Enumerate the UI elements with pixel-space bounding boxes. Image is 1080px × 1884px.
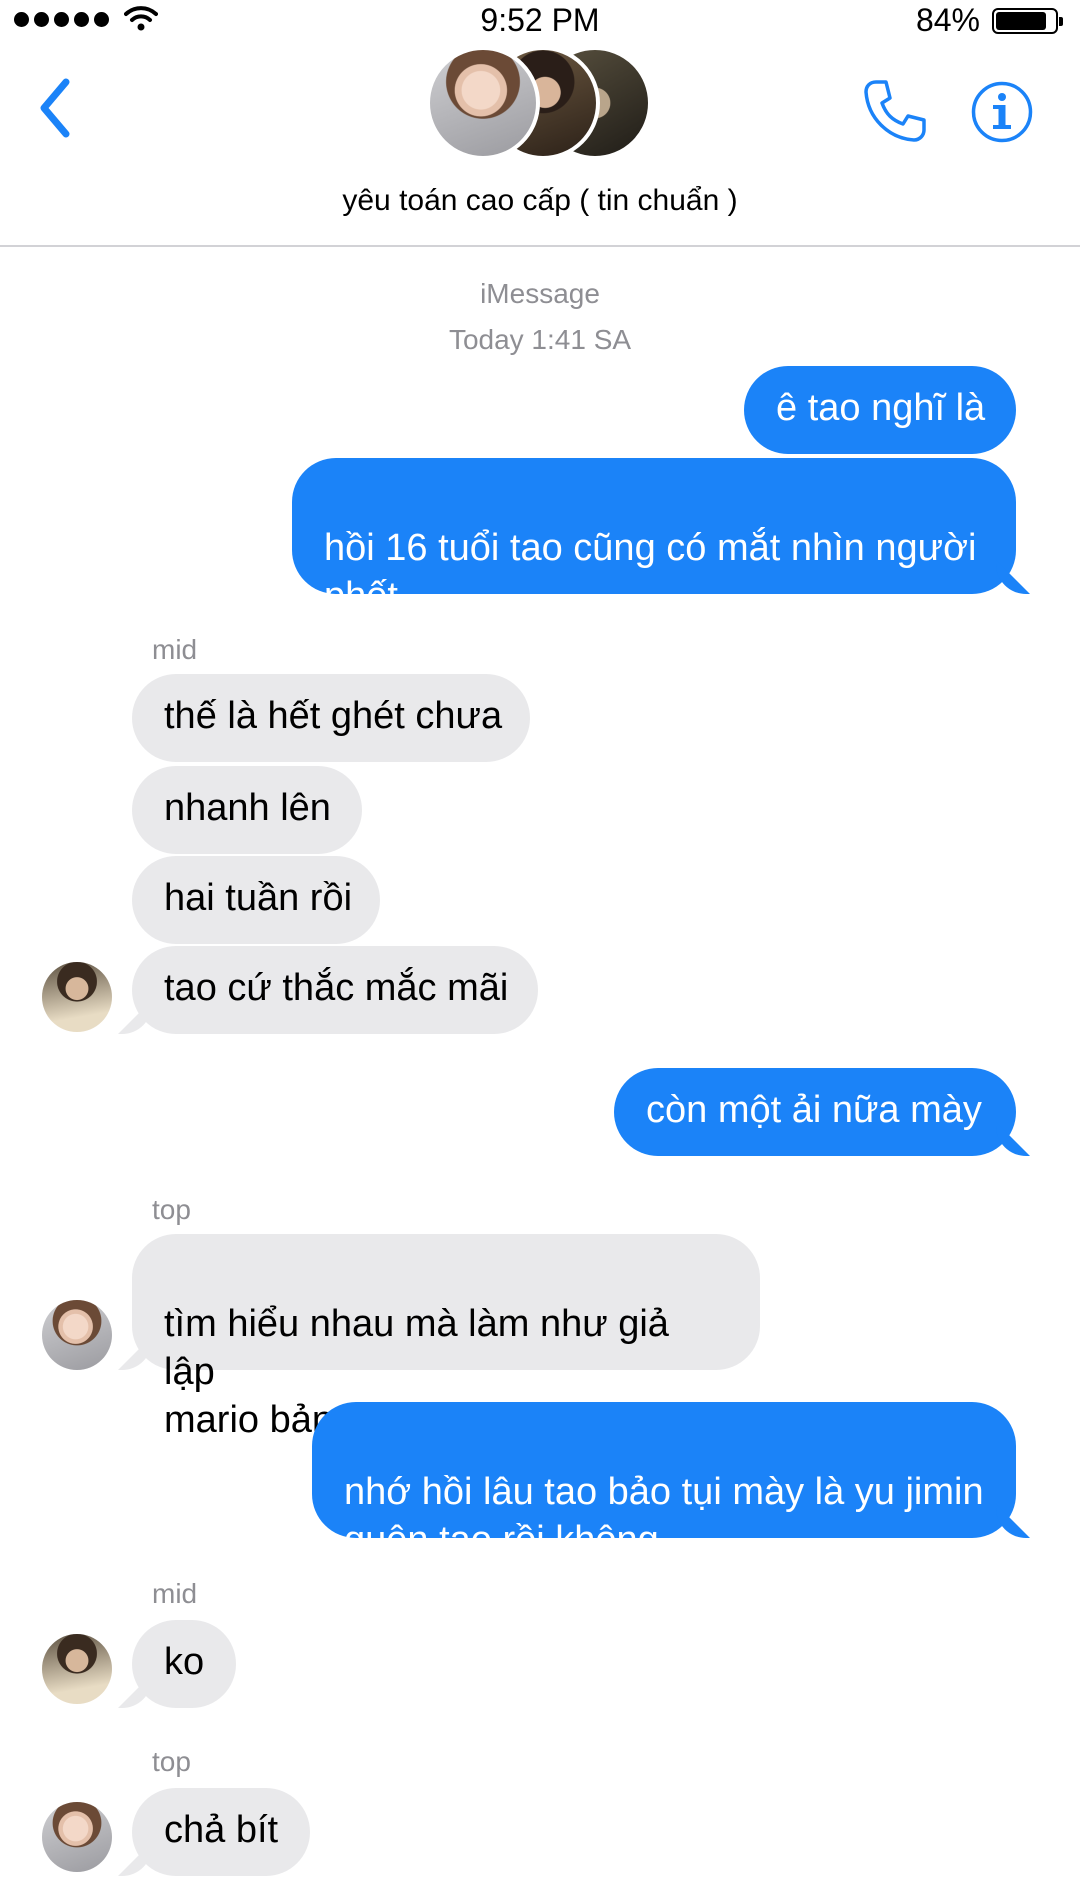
chevron-left-icon[interactable] (36, 76, 76, 140)
service-label: iMessage (480, 278, 600, 309)
message-text: hai tuần rồi (164, 877, 353, 919)
status-bar: 9:52 PM 84% (0, 0, 1080, 44)
header-divider (0, 245, 1080, 247)
message-bubble-received[interactable]: ko (132, 1620, 236, 1708)
message-bubble-received[interactable]: nhanh lên (132, 766, 362, 854)
message-bubble-received[interactable]: thế là hết ghét chưa (132, 674, 530, 762)
message-text: thế là hết ghét chưa (164, 695, 503, 737)
sender-avatar[interactable] (42, 962, 112, 1032)
message-text: ê tao nghĩ là (776, 387, 986, 429)
sender-name: top (152, 1194, 191, 1225)
sender-name: mid (152, 1578, 198, 1609)
message-bubble-sent[interactable]: hồi 16 tuổi tao cũng có mắt nhìn người p… (292, 458, 1016, 617)
message-bubble-received[interactable]: tìm hiểu nhau mà làm như giả lập mario b… (132, 1234, 760, 1441)
message-bubble-received[interactable]: chả bít (132, 1788, 310, 1876)
message-text: tao cứ thắc mắc mãi (164, 967, 509, 1009)
sender-avatar[interactable] (42, 1802, 112, 1872)
message-bubble-sent[interactable]: ê tao nghĩ là (744, 366, 1016, 454)
sender-avatar[interactable] (42, 1300, 112, 1370)
message-text: còn một ải nữa mày (646, 1089, 982, 1131)
group-avatar (426, 46, 540, 160)
message-bubble-sent[interactable]: còn một ải nữa mày (614, 1068, 1016, 1156)
message-text: nhớ hồi lâu tao bảo tụi mày là yu jimin … (344, 1471, 984, 1561)
battery-percent: 84% (915, 2, 980, 38)
battery-icon (992, 8, 1063, 34)
message-bubble-received[interactable]: tao cứ thắc mắc mãi (132, 946, 538, 1034)
sender-name: top (152, 1746, 191, 1777)
message-bubble-sent[interactable]: nhớ hồi lâu tao bảo tụi mày là yu jimin … (312, 1402, 1016, 1561)
group-avatars[interactable] (426, 46, 656, 162)
message-text: hồi 16 tuổi tao cũng có mắt nhìn người p… (324, 527, 977, 617)
sender-avatar[interactable] (42, 1634, 112, 1704)
message-text: chả bít (164, 1809, 279, 1851)
group-name[interactable]: yêu toán cao cấp ( tin chuẩn ) (0, 184, 1080, 218)
conversation-timestamp: Today 1:41 SA (448, 324, 632, 355)
message-text: nhanh lên (164, 787, 331, 829)
info-icon[interactable] (970, 80, 1034, 144)
sender-name: mid (152, 634, 198, 665)
message-bubble-received[interactable]: hai tuần rồi (132, 856, 380, 944)
message-text: ko (164, 1641, 205, 1683)
phone-icon[interactable] (862, 78, 928, 144)
